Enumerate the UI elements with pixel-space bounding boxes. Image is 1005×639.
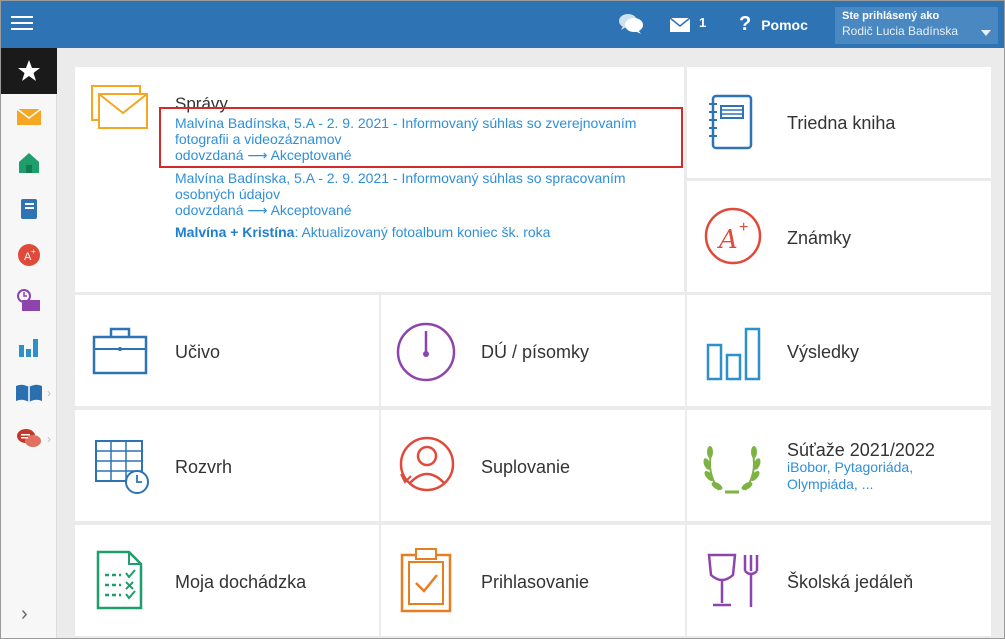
substitution-label: Suplovanie (481, 457, 571, 477)
message-text: Malvína Badínska, 5.A - 2. 9. 2021 - Inf… (175, 170, 626, 202)
sidebar-item-library[interactable]: › (1, 370, 57, 416)
briefcase-icon (92, 327, 148, 375)
checklist-icon (96, 550, 143, 610)
help-label: Pomoc (761, 16, 808, 33)
mail-count-badge: 1 (699, 14, 707, 30)
menu-icon[interactable] (11, 12, 41, 36)
chat-icon[interactable] (618, 13, 648, 37)
timetable-tile[interactable]: Rozvrh (75, 410, 379, 521)
competitions-tile[interactable]: Súťaže 2021/2022 iBobor, Pytagoriáda, Ol… (687, 410, 991, 521)
bar-chart-icon (19, 339, 38, 357)
mail-button[interactable]: 1 (669, 13, 706, 37)
class-book-tile[interactable]: Triedna kniha (687, 67, 991, 178)
house-icon (19, 153, 39, 173)
sidebar-item-attendance[interactable] (1, 278, 57, 324)
grades-tile[interactable]: A + Známky (687, 181, 991, 292)
glass-fork-icon (707, 553, 759, 607)
curriculum-label: Učivo (175, 342, 221, 362)
results-label: Výsledky (787, 342, 860, 362)
sidebar-item-chat[interactable]: › (1, 416, 57, 462)
sidebar-item-home[interactable] (1, 140, 57, 186)
question-icon: ? (739, 13, 752, 35)
canteen-tile[interactable]: Školská jedáleň (687, 525, 991, 636)
sidebar-item-results[interactable] (1, 324, 57, 370)
message-status: odovzdaná ⟶ Akceptované (175, 202, 352, 218)
clipboard-check-icon (400, 548, 452, 613)
chat-icon (17, 429, 41, 447)
homework-label: DÚ / písomky (481, 342, 590, 362)
grade-icon: A + (704, 207, 762, 265)
sidebar-item-favorites[interactable] (1, 48, 57, 94)
sidebar-item-class-book[interactable] (1, 186, 57, 232)
top-bar: 1 ? Pomoc Ste prihlásený ako Rodič Lucia… (1, 1, 1004, 48)
help-button[interactable]: ? Pomoc (739, 13, 808, 36)
clock-screen-icon (17, 289, 40, 311)
chevron-down-icon (981, 30, 991, 36)
bar-chart-icon (706, 327, 761, 381)
attendance-label: Moja dochádzka (175, 572, 307, 592)
competitions-link[interactable]: Olympiáda, ... (787, 475, 873, 493)
svg-text:+: + (31, 247, 36, 256)
notebook-icon (21, 199, 37, 219)
message-item[interactable]: Malvína Badínska, 5.A - 2. 9. 2021 - Inf… (175, 170, 685, 218)
grade-icon: A + (18, 244, 40, 266)
user-name: Rodič Lucia Badínska (842, 24, 959, 38)
notebook-icon (709, 94, 753, 150)
sidebar-item-grades[interactable]: A + (1, 232, 57, 278)
registration-label: Prihlasovanie (481, 572, 590, 592)
person-swap-icon (399, 436, 455, 492)
sidebar-item-messages[interactable] (1, 94, 57, 140)
star-icon (18, 60, 40, 81)
registration-tile[interactable]: Prihlasovanie (381, 525, 685, 636)
message-text: : Aktualizovaný fotoalbum koniec šk. rok… (294, 224, 551, 240)
highlight-box (159, 107, 683, 168)
user-dropdown[interactable]: Ste prihlásený ako Rodič Lucia Badínska (835, 7, 998, 44)
open-book-icon (16, 384, 42, 402)
envelope-icon (16, 108, 42, 125)
chevron-right-icon: › (47, 386, 51, 400)
canteen-label: Školská jedáleň (787, 572, 914, 592)
timetable-label: Rozvrh (175, 457, 233, 477)
curriculum-tile[interactable]: Učivo (75, 295, 379, 406)
chevron-right-icon: › (47, 432, 51, 446)
expand-sidebar-icon[interactable]: › (21, 603, 28, 626)
user-label: Ste prihlásený ako (842, 10, 940, 22)
competitions-link[interactable]: iBobor, Pytagoriáda, (787, 458, 913, 476)
message-sender: Malvína + Kristína (175, 224, 295, 240)
messages-tile[interactable]: Správy Malvína Badínska, 5.A - 2. 9. 202… (75, 67, 684, 292)
calendar-clock-icon (95, 440, 149, 494)
message-item[interactable]: Malvína + Kristína: Aktualizovaný fotoal… (175, 224, 685, 240)
svg-text:+: + (739, 219, 748, 236)
grades-label: Známky (787, 228, 852, 248)
class-book-label: Triedna kniha (787, 113, 896, 133)
homework-tile[interactable]: DÚ / písomky (381, 295, 685, 406)
clock-icon (396, 322, 456, 382)
laurel-icon (703, 446, 761, 494)
sidebar: A + › › › (1, 48, 57, 638)
svg-text:A: A (717, 225, 738, 255)
attendance-tile[interactable]: Moja dochádzka (75, 525, 379, 636)
results-tile[interactable]: Výsledky (687, 295, 991, 406)
envelope-icon (91, 85, 148, 129)
substitution-tile[interactable]: Suplovanie (381, 410, 685, 521)
envelope-icon (669, 17, 691, 32)
